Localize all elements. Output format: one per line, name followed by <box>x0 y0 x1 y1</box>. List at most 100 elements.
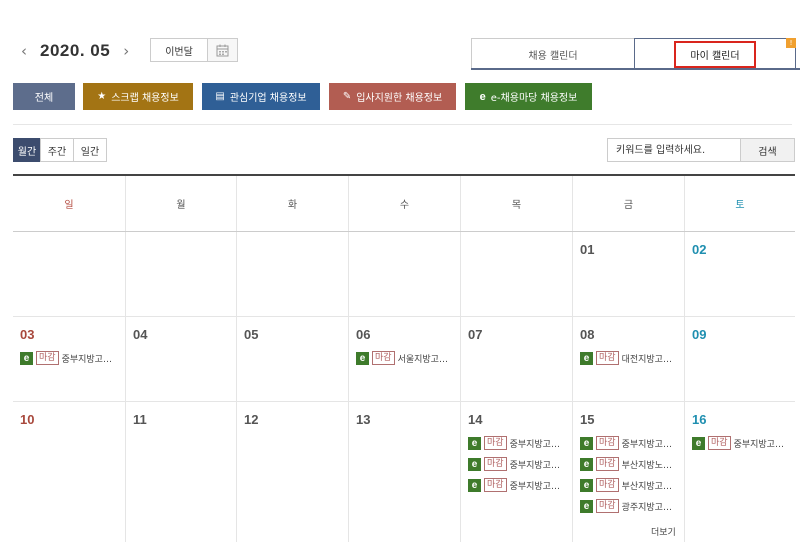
filter-applied-label: 입사지원한 채용정보 <box>356 93 443 104</box>
calendar-event[interactable]: e 마감 중부지방고… <box>20 351 125 365</box>
calendar-day-cell[interactable]: 05 <box>236 317 348 401</box>
e-icon: e <box>580 499 593 513</box>
calendar-day-cell[interactable]: 01 <box>572 232 684 316</box>
e-icon: e <box>580 478 593 492</box>
event-title: 중부지방고… <box>509 439 560 450</box>
day-number <box>468 242 572 258</box>
calendar-day-cell[interactable]: 11 <box>125 402 236 542</box>
prev-month-button[interactable]: ‹ <box>14 42 34 60</box>
this-month-button[interactable]: 이번달 <box>150 38 208 62</box>
e-icon: e <box>356 351 369 365</box>
calendar-day-cell <box>125 232 236 316</box>
day-number: 15 <box>580 412 595 427</box>
tab-recruit-calendar[interactable]: 채용 캘린더 <box>471 38 635 69</box>
view-tabs: 월간 주간 일간 <box>13 138 107 162</box>
e-icon: e <box>580 436 593 450</box>
month-calendar: 일 월 화 수 목 금 토 01 02 03 e 마감 중부지방고… 04 05 06 e 마감 서울… <box>13 174 795 542</box>
deadline-badge: 마감 <box>484 478 507 492</box>
e-icon: e <box>468 457 481 471</box>
day-number: 03 <box>20 327 35 342</box>
calendar-day-cell[interactable]: 12 <box>236 402 348 542</box>
filter-emadang-label: e-채용마당 채용정보 <box>490 93 578 104</box>
tab-daily[interactable]: 일간 <box>73 138 107 162</box>
calendar-day-cell[interactable]: 15 e 마감 중부지방고… e 마감 부산지방노… e 마감 부산지방고… e 마감 광주지방고… 더보… <box>572 402 684 542</box>
calendar-day-cell[interactable]: 08 e 마감 대전지방고… <box>572 317 684 401</box>
day-number: 14 <box>468 412 483 427</box>
day-number: 10 <box>20 412 35 427</box>
calendar-event[interactable]: e 마감 중부지방고… <box>468 457 572 471</box>
day-number: 12 <box>244 412 259 427</box>
filter-interest-label: 관심기업 채용정보 <box>229 93 307 104</box>
weekday-sat: 토 <box>684 176 795 231</box>
keyword-search-input[interactable] <box>607 138 741 162</box>
event-title: 중부지방고… <box>621 439 672 450</box>
calendar-day-cell <box>13 232 125 316</box>
deadline-badge: 마감 <box>596 499 619 513</box>
calendar-event[interactable]: e 마감 중부지방고… <box>468 436 572 450</box>
day-number: 13 <box>356 412 371 427</box>
calendar-day-cell[interactable]: 13 <box>348 402 460 542</box>
day-number <box>244 242 348 258</box>
tab-my-calendar[interactable]: 마이 캘린더 <box>634 38 796 69</box>
calendar-event[interactable]: e 마감 대전지방고… <box>580 351 684 365</box>
calendar-day-cell[interactable]: 16 e 마감 중부지방고… <box>684 402 795 542</box>
more-events-link[interactable]: 더보기 <box>651 525 676 538</box>
e-icon: e <box>580 351 593 365</box>
event-title: 중부지방고… <box>61 354 112 365</box>
calendar-day-cell[interactable]: 07 <box>460 317 572 401</box>
tab-weekly[interactable]: 주간 <box>40 138 74 162</box>
calendar-day-cell[interactable]: 09 <box>684 317 795 401</box>
calendar-event[interactable]: e 마감 중부지방고… <box>580 436 684 450</box>
calendar-day-cell[interactable]: 02 <box>684 232 795 316</box>
filter-emadang-button[interactable]: e e-채용마당 채용정보 <box>465 83 592 110</box>
search-button[interactable]: 검색 <box>741 138 795 162</box>
day-number: 05 <box>244 327 259 342</box>
calendar-week-row: 10 11 12 13 14 e 마감 중부지방고… e 마감 중부지방고… e 마감 중부지방고… 15 e… <box>13 402 795 542</box>
event-title: 중부지방고… <box>509 460 560 471</box>
filter-scrap-label: 스크랩 채용정보 <box>111 93 179 104</box>
event-list: e 마감 중부지방고… <box>692 436 795 450</box>
event-list: e 마감 중부지방고… e 마감 부산지방노… e 마감 부산지방고… e 마감 광주지방고… <box>580 436 684 513</box>
filter-all-label: 전체 <box>34 93 54 104</box>
tab-my-calendar-label: 마이 캘린더 <box>674 40 756 68</box>
event-title: 중부지방고… <box>733 439 784 450</box>
calendar-day-cell[interactable]: 06 e 마감 서울지방고… <box>348 317 460 401</box>
e-icon: e <box>468 436 481 450</box>
day-number: 11 <box>133 412 147 427</box>
event-list: e 마감 대전지방고… <box>580 351 684 365</box>
weekday-sun: 일 <box>64 200 74 211</box>
day-number <box>20 242 125 258</box>
day-number: 09 <box>692 327 707 342</box>
calendar-event[interactable]: e 마감 부산지방노… <box>580 457 684 471</box>
filter-scrap-button[interactable]: ★ 스크랩 채용정보 <box>83 83 193 110</box>
calendar-event[interactable]: e 마감 중부지방고… <box>692 436 795 450</box>
e-icon: e <box>20 351 33 365</box>
deadline-badge: 마감 <box>596 436 619 450</box>
deadline-badge: 마감 <box>372 351 395 365</box>
day-number: 01 <box>580 242 595 257</box>
day-number <box>356 242 460 258</box>
calendar-day-cell <box>460 232 572 316</box>
next-month-button[interactable]: › <box>116 42 136 60</box>
calendar-body: 01 02 03 e 마감 중부지방고… 04 05 06 e 마감 서울지방고… 07 08 e 마감 대전지… <box>13 232 795 542</box>
deadline-badge: 마감 <box>596 478 619 492</box>
tab-monthly[interactable]: 월간 <box>13 138 41 162</box>
month-navigation: ‹ 2020. 05 › <box>14 38 136 64</box>
filter-all-button[interactable]: 전체 <box>13 83 75 110</box>
calendar-icon <box>216 44 229 56</box>
event-list: e 마감 서울지방고… <box>356 351 460 365</box>
calendar-event[interactable]: e 마감 서울지방고… <box>356 351 460 365</box>
e-icon: e <box>692 436 705 450</box>
calendar-event[interactable]: e 마감 부산지방고… <box>580 478 684 492</box>
calendar-event[interactable]: e 마감 중부지방고… <box>468 478 572 492</box>
calendar-day-cell[interactable]: 10 <box>13 402 125 542</box>
calendar-day-cell[interactable]: 03 e 마감 중부지방고… <box>13 317 125 401</box>
calendar-event[interactable]: e 마감 광주지방고… <box>580 499 684 513</box>
calendar-day-cell[interactable]: 04 <box>125 317 236 401</box>
event-title: 부산지방노… <box>621 460 672 471</box>
building-icon: ▤ <box>215 91 225 102</box>
calendar-picker-button[interactable] <box>208 38 238 62</box>
calendar-day-cell[interactable]: 14 e 마감 중부지방고… e 마감 중부지방고… e 마감 중부지방고… <box>460 402 572 542</box>
filter-interest-company-button[interactable]: ▤ 관심기업 채용정보 <box>202 83 320 110</box>
filter-applied-button[interactable]: ✎ 입사지원한 채용정보 <box>329 83 456 110</box>
